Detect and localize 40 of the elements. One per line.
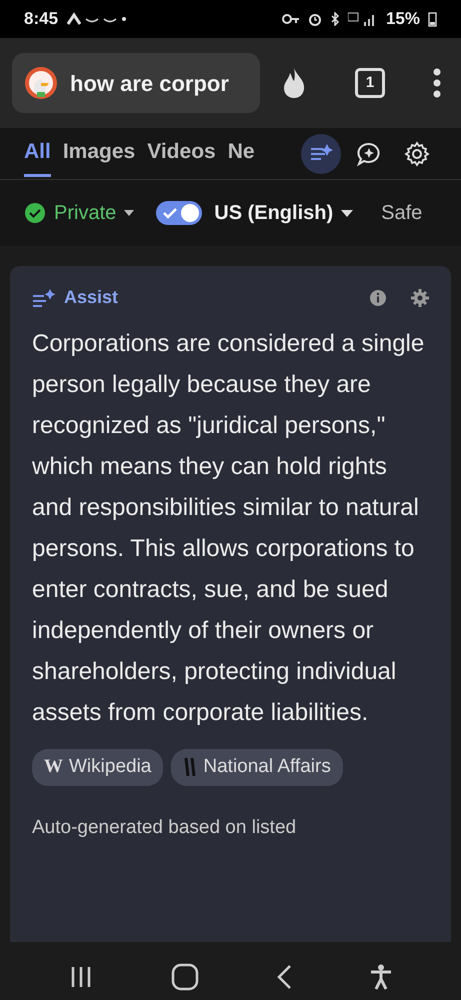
source-chip[interactable]: National Affairs <box>171 749 343 786</box>
tab-count-button[interactable]: 1 <box>355 68 385 98</box>
check-icon <box>163 207 178 219</box>
footer-note: Auto-generated based on listed <box>32 816 298 840</box>
notification-icon <box>66 12 126 26</box>
search-tab[interactable]: Ne <box>228 130 255 177</box>
alarm-icon <box>308 12 322 26</box>
answer-text: Corporations are considered a single person legally because they are recognized as "juridical persons," which means they can hold rights and responsibilities similar to natural persons. This allows corporations to enter contracts, sue, and be sued independently of their owners or shareholders, protecting individual assets from corporate liabilities. <box>32 329 426 728</box>
address-field[interactable]: how are corpor <box>12 53 260 113</box>
settings-icon <box>404 140 430 166</box>
region-dropdown[interactable]: US (English) <box>214 198 354 228</box>
accessibility-icon[interactable] <box>370 964 392 990</box>
menu-icon[interactable] <box>433 68 441 98</box>
search-tab[interactable]: All <box>24 130 51 177</box>
duck-logo-icon <box>24 66 58 100</box>
chat-icon <box>356 140 382 166</box>
info-icon[interactable] <box>369 288 387 306</box>
battery-text: 15% <box>386 8 420 30</box>
settings-icon[interactable] <box>411 288 429 306</box>
assist-icon <box>32 288 56 308</box>
assist-button[interactable] <box>301 134 341 174</box>
safe-search-dropdown[interactable]: Safe <box>381 198 422 228</box>
bars-icon <box>183 757 198 778</box>
search-tab[interactable]: Images <box>62 130 136 177</box>
privacy-dropdown[interactable]: Private <box>24 198 134 228</box>
region-toggle[interactable] <box>156 201 202 225</box>
bluetooth-icon <box>330 12 340 26</box>
search-tab[interactable]: Videos <box>147 130 216 177</box>
battery-icon <box>428 11 437 27</box>
caret-icon <box>124 210 134 216</box>
source-chip[interactable]: W Wikipedia <box>32 749 164 786</box>
check-circle-icon <box>24 202 46 224</box>
home-icon[interactable] <box>170 963 199 991</box>
wikipedia-icon: W <box>44 753 63 782</box>
key-icon <box>282 14 300 24</box>
back-icon[interactable] <box>276 964 292 990</box>
assist-title: Assist <box>64 286 118 309</box>
fire-icon[interactable] <box>281 67 307 99</box>
caret-icon <box>341 210 354 216</box>
clock-text: 8:45 <box>24 8 58 30</box>
